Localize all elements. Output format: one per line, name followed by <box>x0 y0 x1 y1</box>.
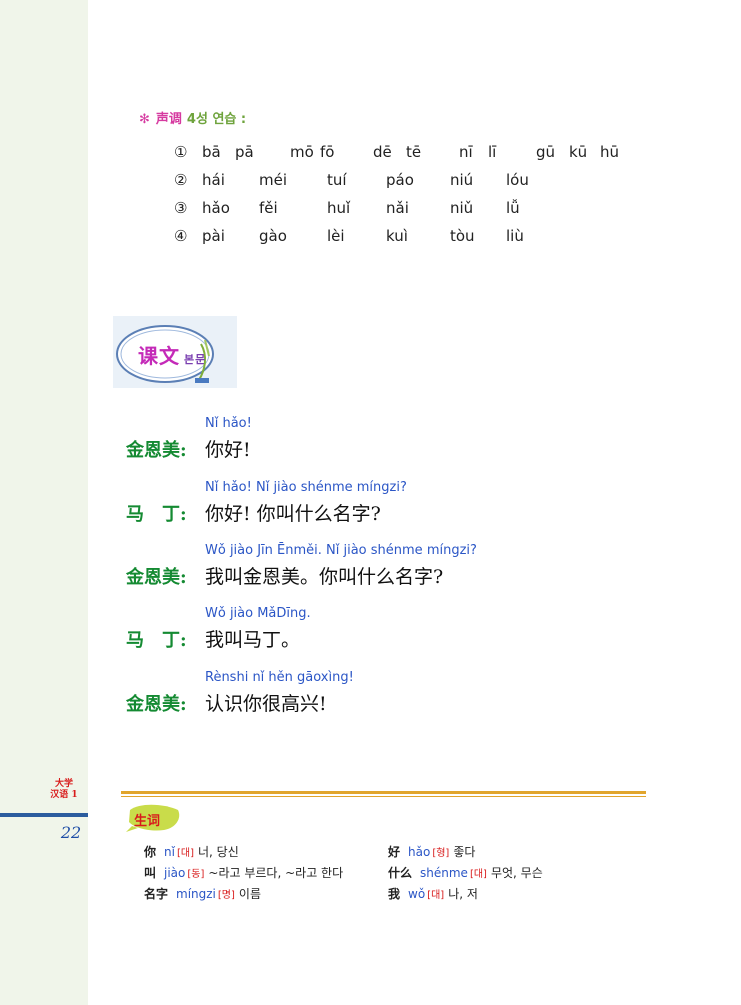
vocab-meaning: 너, 당신 <box>197 845 239 859</box>
book-title-line1: 大学 <box>54 779 73 789</box>
tone-syllable: lǚ <box>506 199 520 217</box>
tone-syllable: hǎo <box>202 199 230 217</box>
tone-syllable: gū <box>536 143 556 161</box>
dialogue-pinyin: Nǐ hǎo! Nǐ jiào shénme míngzi? <box>205 480 407 495</box>
dialogue-pinyin: Wǒ jiào Jīn Ēnměi. Nǐ jiào shénme míngzi… <box>205 543 477 558</box>
dialogue-speaker: 马 丁: <box>126 504 187 525</box>
vocab-pos: [대] <box>176 848 194 859</box>
dialogue-hanzi: 我叫金恩美。你叫什么名字? <box>205 566 444 588</box>
dialogue-pinyin: Wǒ jiào MǎDīng. <box>205 606 311 621</box>
vocab-pinyin: shénme <box>420 866 468 880</box>
tone-syllable: kū <box>569 143 588 161</box>
tone-syllable: huǐ <box>327 199 351 217</box>
dialogue-speaker: 金恩美: <box>126 694 187 715</box>
tone-syllable: tuí <box>327 171 347 189</box>
vocab-pinyin: hǎo <box>408 845 431 859</box>
tone-syllable: nǎi <box>386 199 409 217</box>
sidebar-panel <box>0 0 88 1005</box>
dialogue-hanzi: 我叫马丁。 <box>205 629 301 651</box>
vocab-word: 叫 <box>144 866 157 880</box>
tone-syllable: liù <box>506 227 524 245</box>
vocab-item: 什么 shénme [대] 무엇, 무슨 <box>388 864 543 881</box>
vocab-pos: [명] <box>217 890 235 901</box>
tone-row-number: ④ <box>174 227 188 245</box>
vocab-pinyin: míngzi <box>176 887 216 901</box>
vocab-word: 我 <box>388 887 401 901</box>
vocab-pos: [대] <box>427 890 445 901</box>
tone-practice-title: ✻ 声调 4성 연습 : <box>139 108 246 127</box>
tone-syllable: dē <box>373 143 392 161</box>
vocab-pos: [대] <box>469 869 487 880</box>
dialogue-hanzi: 认识你很高兴! <box>205 693 327 715</box>
vocab-item: 叫 jiào [동] ~라고 부르다, ~라고 한다 <box>144 864 343 881</box>
tone-syllable: lóu <box>506 171 529 189</box>
vocab-word: 你 <box>144 845 157 859</box>
vocab-word: 名字 <box>144 887 169 901</box>
star-icon: ✻ <box>139 112 150 127</box>
vocab-pos: [동] <box>187 869 205 880</box>
dialogue-speaker: 马 丁: <box>126 630 187 651</box>
tone-syllable: méi <box>259 171 288 189</box>
tone-syllable: mō <box>290 143 314 161</box>
book-title-line2: 汉语 1 <box>50 790 78 800</box>
tone-syllable: hū <box>600 143 620 161</box>
vocab-meaning: 이름 <box>238 887 262 901</box>
vocab-meaning: 나, 저 <box>448 887 478 901</box>
vocab-meaning: 좋다 <box>453 845 476 859</box>
tone-row-number: ② <box>174 171 188 189</box>
dialogue-hanzi: 你好! <box>205 439 251 461</box>
vocab-title: 生词 <box>134 814 161 829</box>
dialogue-hanzi: 你好! 你叫什么名字? <box>205 503 381 525</box>
tone-title-cn: 声调 <box>155 112 182 127</box>
vocab-item: 名字 míngzi [명] 이름 <box>144 885 261 902</box>
vocab-word: 什么 <box>388 866 413 880</box>
vocab-word: 好 <box>388 845 401 859</box>
tone-syllable: tē <box>406 143 422 161</box>
tone-syllable: kuì <box>386 227 408 245</box>
text-section-title-cn: 课文 <box>138 344 180 368</box>
tone-syllable: niú <box>450 171 474 189</box>
page-number: 22 <box>60 823 82 842</box>
tone-title-kr: 4성 연습 : <box>186 112 247 127</box>
vocab-pinyin: wǒ <box>408 887 426 901</box>
tone-row-number: ③ <box>174 199 188 217</box>
dialogue-speaker: 金恩美: <box>126 440 187 461</box>
dialogue-speaker: 金恩美: <box>126 567 187 588</box>
vocab-item: 我 wǒ [대] 나, 저 <box>388 885 478 902</box>
tone-syllable: fěi <box>259 199 278 217</box>
vocab-pinyin: nǐ <box>164 845 175 859</box>
vocab-item: 你 nǐ [대] 너, 당신 <box>144 843 239 860</box>
tone-syllable: gào <box>259 227 287 245</box>
tone-syllable: niǔ <box>450 199 474 217</box>
tone-syllable: fō <box>320 143 335 161</box>
vocab-item: 好 hǎo [형] 좋다 <box>388 843 475 860</box>
dialogue-pinyin: Nǐ hǎo! <box>205 416 252 431</box>
vocab-pinyin: jiào <box>164 866 186 880</box>
text-section-title-kr: 본문 <box>184 353 207 366</box>
tone-syllable: tòu <box>450 227 475 245</box>
tone-syllable: nī <box>459 143 473 161</box>
vocab-meaning: 무엇, 무슨 <box>490 866 543 880</box>
vocab-divider <box>121 791 646 794</box>
vocab-divider-thin <box>121 796 646 797</box>
tone-syllable: páo <box>386 171 414 189</box>
vocab-meaning: ~라고 부르다, ~라고 한다 <box>208 866 344 880</box>
dialogue-pinyin: Rènshi nǐ hěn gāoxìng! <box>205 670 354 685</box>
text-section-title: 课文 본문 <box>138 340 206 369</box>
tone-syllable: pài <box>202 227 225 245</box>
tone-syllable: bā <box>202 143 221 161</box>
tone-syllable: pā <box>235 143 254 161</box>
tone-syllable: lī <box>488 143 497 161</box>
sidebar-accent-bar <box>0 813 88 817</box>
tone-row-number: ① <box>174 143 188 161</box>
vocab-pos: [형] <box>432 848 450 859</box>
tone-syllable: hái <box>202 171 225 189</box>
book-title-label: 大学 汉语 1 <box>40 779 88 801</box>
tone-syllable: lèi <box>327 227 345 245</box>
